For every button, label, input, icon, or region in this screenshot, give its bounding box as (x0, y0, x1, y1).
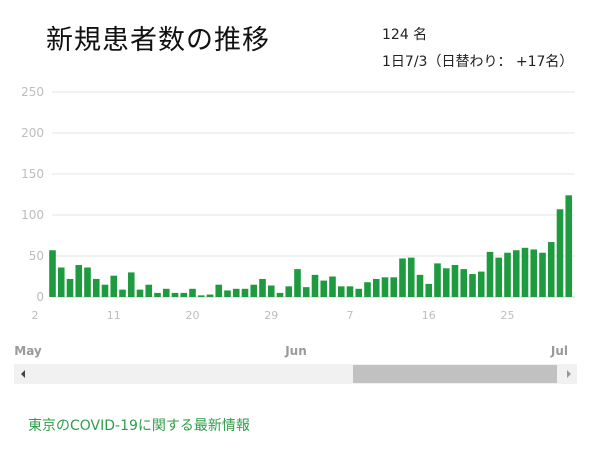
bar[interactable] (294, 269, 301, 297)
bar[interactable] (320, 280, 328, 297)
bar[interactable] (539, 252, 546, 297)
chart-horizontal-scrollbar[interactable] (14, 364, 577, 384)
bar[interactable] (154, 292, 161, 297)
y-tick-label: 250 (21, 85, 44, 99)
bar[interactable] (241, 288, 249, 297)
bar[interactable] (469, 274, 476, 297)
bar[interactable] (250, 284, 258, 297)
x-tick-label: 29 (264, 309, 278, 322)
bar[interactable] (66, 278, 74, 297)
bar[interactable] (276, 292, 284, 297)
bar[interactable] (232, 288, 240, 297)
bar[interactable] (101, 284, 109, 297)
y-tick-label: 200 (21, 126, 44, 140)
bar[interactable] (57, 267, 65, 297)
bar[interactable] (530, 249, 538, 297)
bar[interactable] (119, 289, 126, 297)
bar[interactable] (92, 278, 100, 297)
y-tick-label: 0 (36, 290, 44, 304)
bar[interactable] (110, 275, 118, 297)
bar[interactable] (311, 274, 319, 297)
bar[interactable] (206, 294, 214, 297)
bar[interactable] (486, 251, 494, 297)
x-axis-ticks: 2 11 20 29 7 16 25 (32, 309, 515, 322)
y-axis-ticks: 0 50 100 150 200 250 (21, 85, 44, 304)
bar[interactable] (215, 284, 223, 297)
bar[interactable] (346, 286, 354, 297)
bar[interactable] (390, 277, 398, 297)
bar[interactable] (556, 209, 564, 297)
bar[interactable] (442, 268, 450, 297)
bar[interactable] (302, 287, 310, 297)
x-tick-label: 7 (347, 309, 354, 322)
bar[interactable] (189, 288, 196, 297)
bar[interactable] (364, 282, 371, 297)
x-tick-label: 20 (186, 309, 200, 322)
bar[interactable] (399, 258, 406, 297)
scroll-thumb[interactable] (353, 365, 557, 383)
bar[interactable] (145, 284, 153, 297)
bar[interactable] (355, 288, 363, 297)
month-label: May (14, 344, 42, 358)
bar[interactable] (512, 250, 520, 297)
month-label: Jun (284, 344, 307, 358)
bar[interactable] (425, 283, 433, 297)
bar[interactable] (180, 292, 188, 297)
bar[interactable] (171, 292, 179, 297)
bar[interactable] (416, 274, 424, 297)
bar[interactable] (75, 265, 83, 297)
new-cases-bar-chart: 0 50 100 150 200 250 2 11 20 29 7 16 25 May Jun Jul (14, 85, 575, 358)
bar[interactable] (162, 288, 170, 297)
bar[interactable] (127, 272, 135, 297)
scroll-right-arrow-icon[interactable] (559, 364, 577, 384)
x-tick-label: 11 (107, 309, 121, 322)
x-tick-label: 16 (422, 309, 436, 322)
y-tick-label: 100 (21, 208, 44, 222)
bar[interactable] (434, 263, 441, 297)
y-tick-label: 50 (29, 249, 44, 263)
bar[interactable] (372, 278, 380, 297)
bar[interactable] (337, 286, 345, 297)
bar[interactable] (504, 252, 511, 297)
bar[interactable] (565, 195, 573, 297)
bar[interactable] (49, 250, 56, 297)
bar[interactable] (136, 289, 144, 297)
bar[interactable] (197, 295, 205, 297)
bar[interactable] (267, 285, 275, 297)
bar[interactable] (460, 269, 468, 297)
covid-info-link[interactable]: 東京のCOVID-19に関する最新情報 (28, 415, 250, 435)
bar[interactable] (329, 276, 336, 298)
month-label: Jul (550, 344, 568, 358)
bar[interactable] (451, 265, 459, 297)
bar[interactable] (521, 247, 529, 297)
bar[interactable] (259, 278, 266, 297)
x-tick-label: 25 (501, 309, 515, 322)
bar[interactable] (477, 271, 485, 297)
bar[interactable] (495, 257, 503, 297)
bar[interactable] (285, 286, 293, 297)
scroll-left-arrow-icon[interactable] (14, 364, 32, 384)
bar[interactable] (547, 242, 555, 297)
bar[interactable] (381, 277, 389, 297)
bar[interactable] (84, 267, 91, 297)
y-tick-label: 150 (21, 167, 44, 181)
bar[interactable] (407, 257, 415, 297)
x-tick-label: 2 (32, 309, 39, 322)
month-labels: May Jun Jul (14, 344, 568, 358)
bar-series[interactable] (49, 195, 573, 298)
bar[interactable] (224, 290, 231, 297)
